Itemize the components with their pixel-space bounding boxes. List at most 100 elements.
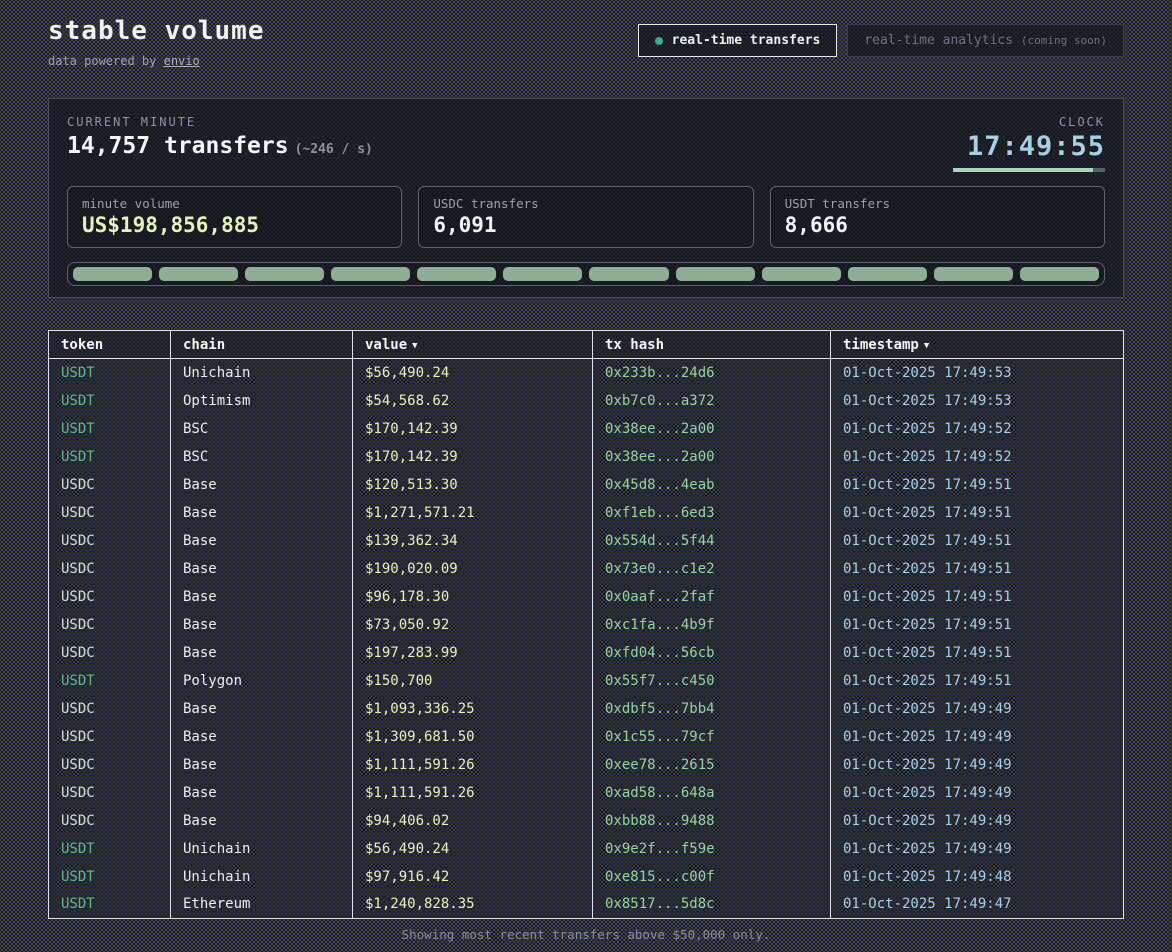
token-cell: USDT	[49, 387, 171, 415]
value-cell: $97,916.42	[353, 863, 593, 891]
tx-hash-link[interactable]: 0x1c55...79cf	[593, 723, 831, 751]
clock-label: CLOCK	[953, 115, 1105, 129]
chain-cell: BSC	[171, 443, 353, 471]
timestamp-cell: 01-Oct-2025 17:49:49	[831, 779, 1124, 807]
value-cell: $170,142.39	[353, 443, 593, 471]
subtitle-prefix: data powered by	[48, 54, 164, 68]
progress-segment	[73, 267, 152, 281]
tx-hash-link[interactable]: 0x8517...5d8c	[593, 891, 831, 919]
tab-real-time-analytics-label: real-time analytics	[864, 33, 1021, 48]
timestamp-cell: 01-Oct-2025 17:49:51	[831, 667, 1124, 695]
value-cell: $150,700	[353, 667, 593, 695]
value-cell: $139,362.34	[353, 527, 593, 555]
value-cell: $56,490.24	[353, 359, 593, 387]
tx-hash-link[interactable]: 0x38ee...2a00	[593, 415, 831, 443]
token-cell: USDC	[49, 807, 171, 835]
value-cell: $94,406.02	[353, 807, 593, 835]
table-row: USDTOptimism$54,568.620xb7c0...a37201-Oc…	[49, 387, 1124, 415]
timestamp-cell: 01-Oct-2025 17:49:51	[831, 527, 1124, 555]
chain-cell: Ethereum	[171, 891, 353, 919]
stat-card-usdt-transfers: USDT transfers 8,666	[770, 186, 1105, 248]
tx-hash-link[interactable]: 0xf1eb...6ed3	[593, 499, 831, 527]
current-minute-panel: CURRENT MINUTE 14,757 transfers(~246 / s…	[48, 98, 1124, 298]
token-cell: USDC	[49, 723, 171, 751]
tx-hash-link[interactable]: 0xfd04...56cb	[593, 639, 831, 667]
tx-hash-link[interactable]: 0xdbf5...7bb4	[593, 695, 831, 723]
chain-cell: Base	[171, 751, 353, 779]
timestamp-cell: 01-Oct-2025 17:49:49	[831, 807, 1124, 835]
chain-cell: Base	[171, 639, 353, 667]
tab-real-time-analytics: real-time analytics (coming soon)	[847, 24, 1124, 57]
timestamp-cell: 01-Oct-2025 17:49:49	[831, 723, 1124, 751]
timestamp-cell: 01-Oct-2025 17:49:51	[831, 639, 1124, 667]
tx-hash-link[interactable]: 0x73e0...c1e2	[593, 555, 831, 583]
table-row: USDTUnichain$97,916.420xe815...c00f01-Oc…	[49, 863, 1124, 891]
tx-hash-link[interactable]: 0x55f7...c450	[593, 667, 831, 695]
tx-hash-link[interactable]: 0xee78...2615	[593, 751, 831, 779]
progress-segment	[159, 267, 238, 281]
brand: stable volume data powered by envio	[48, 16, 265, 68]
token-cell: USDC	[49, 555, 171, 583]
stat-label: USDT transfers	[785, 196, 1090, 211]
tx-hash-link[interactable]: 0xad58...648a	[593, 779, 831, 807]
tx-hash-link[interactable]: 0x38ee...2a00	[593, 443, 831, 471]
progress-segment	[848, 267, 927, 281]
table-row: USDCBase$1,271,571.210xf1eb...6ed301-Oct…	[49, 499, 1124, 527]
envio-link[interactable]: envio	[164, 54, 200, 68]
progress-segment	[331, 267, 410, 281]
clock-progress-fill	[953, 168, 1093, 172]
stat-label: USDC transfers	[433, 196, 738, 211]
chain-cell: Base	[171, 583, 353, 611]
progress-segment	[676, 267, 755, 281]
progress-segment	[934, 267, 1013, 281]
section-label: CURRENT MINUTE	[67, 115, 373, 129]
chain-cell: Base	[171, 471, 353, 499]
chain-cell: Base	[171, 779, 353, 807]
clock-progress-bar	[953, 168, 1105, 172]
progress-track	[67, 262, 1105, 286]
chain-cell: BSC	[171, 415, 353, 443]
transfers-count: 14,757	[67, 133, 150, 159]
value-cell: $73,050.92	[353, 611, 593, 639]
progress-segment	[245, 267, 324, 281]
tab-real-time-transfers-label: real-time transfers	[672, 33, 821, 48]
table-row: USDTBSC$170,142.390x38ee...2a0001-Oct-20…	[49, 415, 1124, 443]
tx-hash-link[interactable]: 0x233b...24d6	[593, 359, 831, 387]
token-cell: USDT	[49, 863, 171, 891]
transfers-table-wrap: token chain value▼ tx hash timestamp▼ US…	[48, 330, 1124, 919]
tx-hash-link[interactable]: 0xbb88...9488	[593, 807, 831, 835]
progress-segment	[589, 267, 668, 281]
chain-cell: Unichain	[171, 835, 353, 863]
tx-hash-link[interactable]: 0xc1fa...4b9f	[593, 611, 831, 639]
timestamp-cell: 01-Oct-2025 17:49:49	[831, 835, 1124, 863]
table-row: USDCBase$139,362.340x554d...5f4401-Oct-2…	[49, 527, 1124, 555]
token-cell: USDC	[49, 639, 171, 667]
stat-card-usdc-transfers: USDC transfers 6,091	[418, 186, 753, 248]
timestamp-cell: 01-Oct-2025 17:49:53	[831, 359, 1124, 387]
tx-hash-link[interactable]: 0x554d...5f44	[593, 527, 831, 555]
token-cell: USDC	[49, 751, 171, 779]
transfers-table: token chain value▼ tx hash timestamp▼ US…	[48, 330, 1124, 919]
tx-hash-link[interactable]: 0x45d8...4eab	[593, 471, 831, 499]
chain-cell: Unichain	[171, 863, 353, 891]
chain-cell: Optimism	[171, 387, 353, 415]
token-cell: USDT	[49, 667, 171, 695]
progress-segment	[503, 267, 582, 281]
value-cell: $197,283.99	[353, 639, 593, 667]
token-cell: USDT	[49, 443, 171, 471]
table-row: USDTPolygon$150,7000x55f7...c45001-Oct-2…	[49, 667, 1124, 695]
column-header-value[interactable]: value▼	[353, 331, 593, 359]
tx-hash-link[interactable]: 0xb7c0...a372	[593, 387, 831, 415]
progress-segment	[417, 267, 496, 281]
table-row: USDCBase$120,513.300x45d8...4eab01-Oct-2…	[49, 471, 1124, 499]
tx-hash-link[interactable]: 0x0aaf...2faf	[593, 583, 831, 611]
column-header-timestamp[interactable]: timestamp▼	[831, 331, 1124, 359]
value-cell: $120,513.30	[353, 471, 593, 499]
tab-real-time-transfers[interactable]: real-time transfers	[638, 24, 838, 57]
timestamp-cell: 01-Oct-2025 17:49:48	[831, 863, 1124, 891]
value-cell: $96,178.30	[353, 583, 593, 611]
tx-hash-link[interactable]: 0xe815...c00f	[593, 863, 831, 891]
sort-desc-icon: ▼	[412, 341, 417, 351]
progress-segment	[1020, 267, 1099, 281]
tx-hash-link[interactable]: 0x9e2f...f59e	[593, 835, 831, 863]
